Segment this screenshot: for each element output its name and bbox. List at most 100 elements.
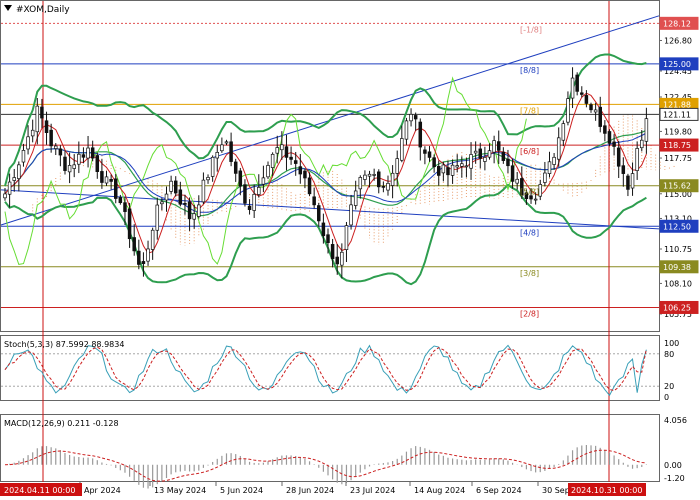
candle	[427, 151, 432, 158]
candle	[326, 234, 330, 244]
candle	[598, 106, 602, 127]
candle	[187, 201, 192, 220]
candle	[243, 184, 247, 204]
trading-chart: [-1/8] [8/8] [7/8] [6/8] [5/8] [4/8] [3/8] [2/8…	[0, 0, 700, 500]
candle	[289, 156, 293, 160]
candle	[450, 164, 455, 176]
candle	[487, 150, 492, 158]
candle	[118, 197, 123, 204]
candle	[483, 157, 487, 162]
candle	[386, 182, 390, 191]
candle	[552, 156, 556, 165]
macd-tick-label: -1.20	[664, 474, 685, 483]
stoch-tick-label: 0	[664, 393, 669, 402]
x-tick-label: Apr 2024	[84, 486, 121, 495]
x-tick-label: 28 Jun 2024	[286, 486, 334, 495]
x-tick-label: 14 Aug 2024	[414, 486, 465, 495]
price-badge-label: 118.75	[663, 141, 691, 150]
candle	[455, 165, 459, 168]
candle	[409, 114, 413, 122]
candle	[35, 105, 40, 133]
candle	[220, 144, 224, 152]
candle	[155, 204, 160, 231]
candle	[173, 180, 178, 194]
macd-tick-label: 0.00	[664, 461, 682, 470]
candle	[612, 141, 616, 147]
candle	[137, 250, 141, 265]
candle	[321, 222, 326, 237]
candle	[340, 251, 344, 266]
candle	[575, 74, 579, 92]
candle	[584, 95, 589, 104]
candle	[7, 181, 12, 195]
candle	[192, 213, 196, 220]
price-badge-label: 125.00	[663, 60, 691, 69]
murrey-label: [4/8]	[520, 228, 539, 237]
candle	[238, 170, 243, 187]
x-marker-end: 2024.10.31 00:00	[571, 486, 642, 495]
candle	[303, 170, 307, 179]
price-badge-label: 106.25	[663, 303, 691, 312]
candle	[109, 179, 113, 182]
candle	[404, 120, 409, 140]
x-tick-label: 6 Sep 2024	[476, 486, 522, 495]
x-tick-label: 5 Jun 2024	[220, 486, 263, 495]
candle	[206, 177, 210, 181]
candle	[423, 149, 427, 154]
murrey-label: [6/8]	[520, 147, 539, 156]
candle	[506, 158, 510, 167]
candle	[183, 203, 187, 205]
candle	[86, 147, 90, 159]
candle	[538, 184, 543, 197]
candle	[77, 153, 81, 165]
y-tick-label: 126.80	[664, 36, 692, 45]
candle	[54, 145, 58, 149]
candle	[58, 148, 63, 156]
candle	[358, 177, 363, 190]
y-tick-label: 119.80	[664, 127, 692, 136]
candle	[72, 164, 76, 169]
candle	[446, 167, 450, 176]
candle	[543, 172, 547, 183]
murrey-label: [8/8]	[520, 66, 539, 75]
candle	[635, 148, 639, 171]
candle	[160, 201, 164, 205]
candle	[312, 196, 316, 206]
stoch-tick-label: 20	[664, 382, 674, 391]
murrey-label: [-1/8]	[520, 25, 542, 34]
stoch-tick-label: 80	[664, 350, 674, 359]
candle	[561, 123, 566, 141]
stoch-tick-label: 100	[664, 339, 679, 348]
candle	[233, 161, 238, 174]
candle	[533, 198, 538, 201]
x-tick-label: 13 May 2024	[154, 486, 206, 495]
candle	[270, 153, 275, 169]
candle	[607, 131, 612, 144]
candle	[390, 172, 395, 186]
y-tick-label: 117.75	[664, 154, 692, 163]
candle	[395, 158, 399, 174]
candle	[215, 152, 220, 159]
candle	[570, 77, 575, 99]
candle	[100, 171, 104, 183]
candle	[473, 150, 478, 154]
candle	[367, 173, 372, 177]
candle	[67, 165, 72, 173]
candle	[589, 104, 593, 111]
candle	[640, 139, 644, 149]
candle	[266, 165, 270, 178]
candle	[229, 141, 233, 162]
candle	[363, 174, 367, 180]
candle	[95, 155, 100, 172]
candle	[247, 205, 252, 210]
candle	[104, 176, 109, 184]
candle	[593, 109, 598, 113]
candle	[330, 244, 335, 259]
candle	[492, 140, 496, 153]
candle	[257, 187, 261, 195]
candle	[280, 144, 284, 151]
candle	[307, 177, 312, 195]
candle	[349, 204, 353, 226]
candle	[621, 165, 626, 174]
candle	[21, 150, 26, 163]
